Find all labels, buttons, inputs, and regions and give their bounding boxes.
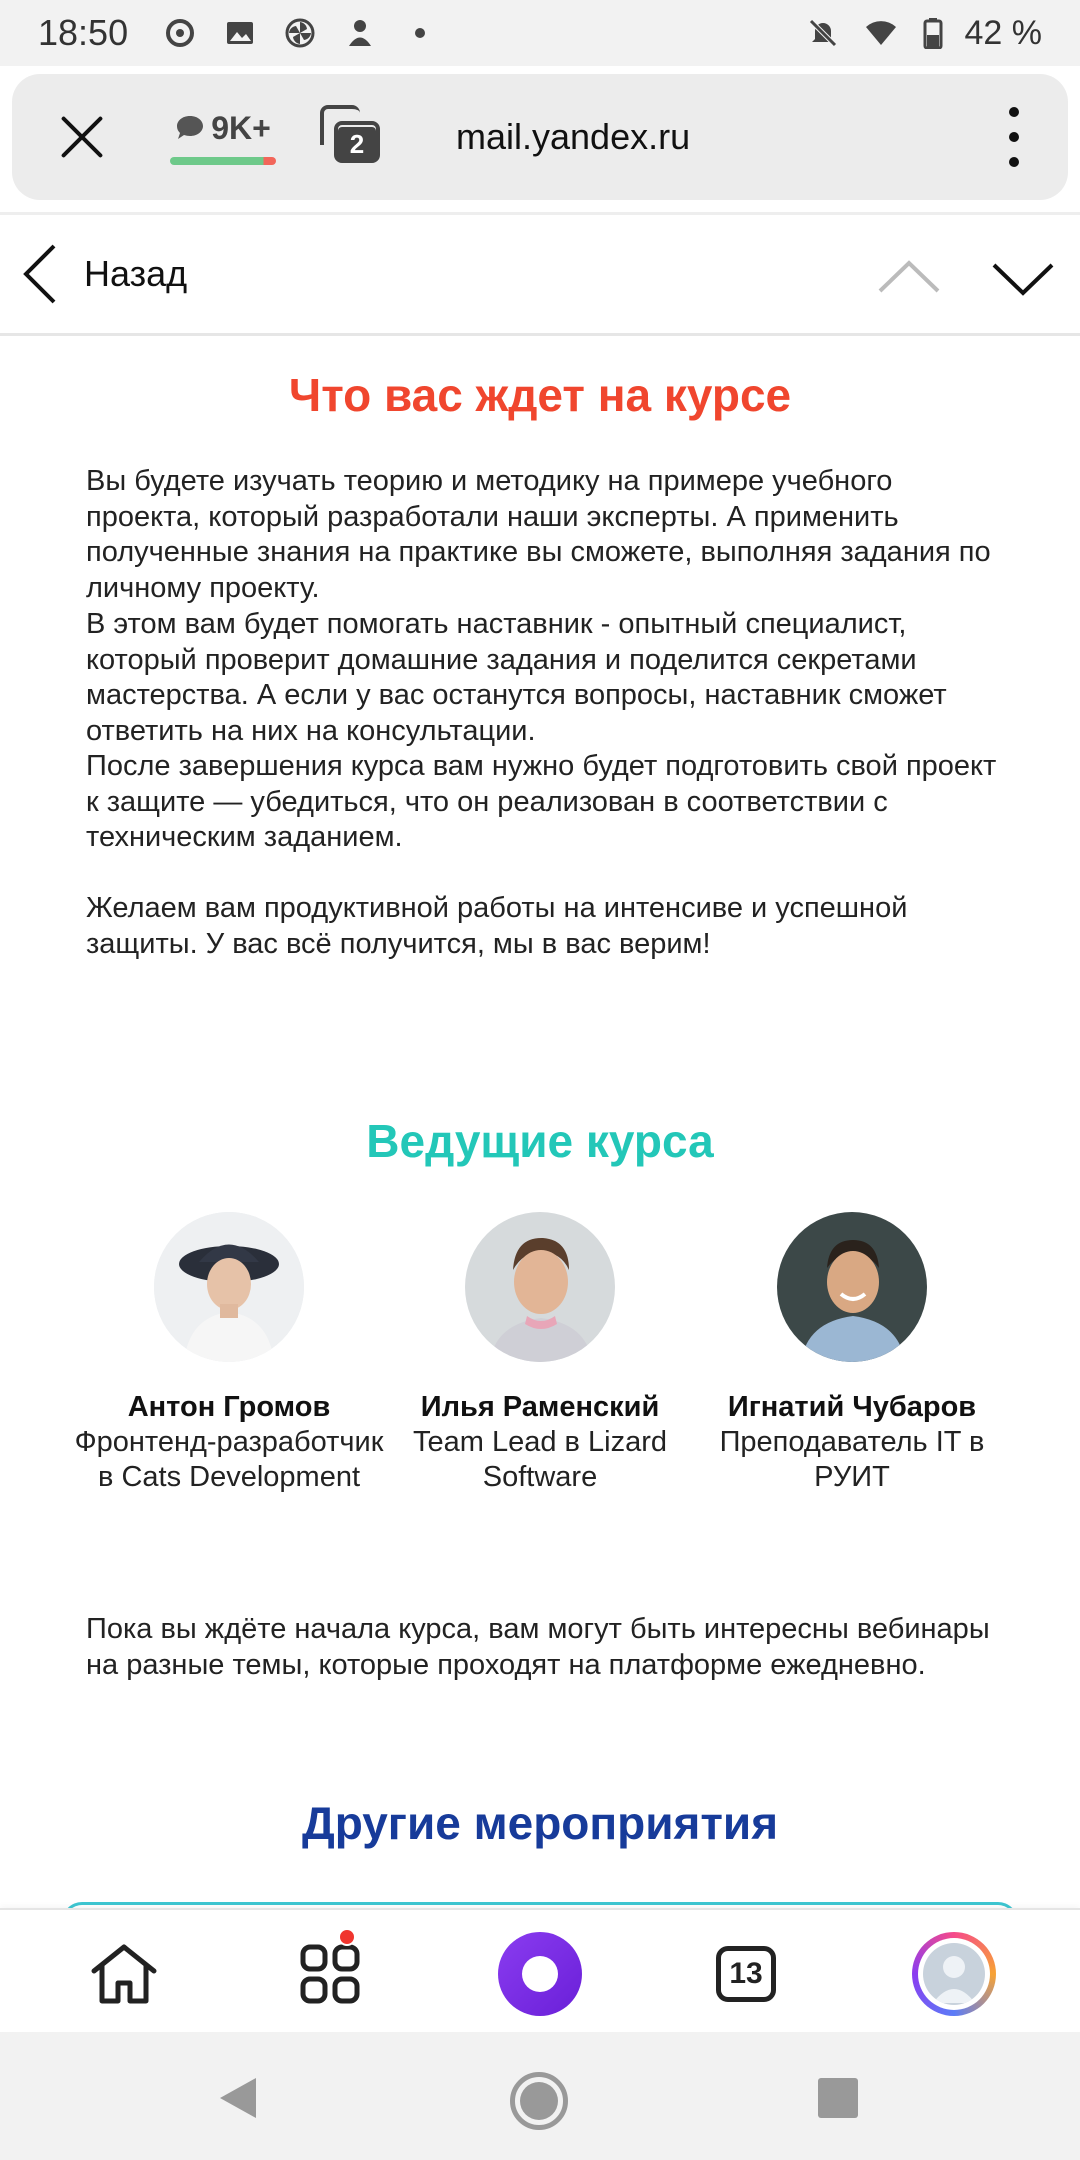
chat-progress-bar — [170, 156, 276, 165]
home-circle-icon — [520, 2082, 558, 2120]
tabs-switcher-button[interactable]: 2 — [320, 105, 384, 169]
person-smiling-image — [777, 1212, 927, 1362]
tabs-count: 2 — [338, 127, 376, 161]
events-title: Другие мероприятия — [301, 1797, 779, 1849]
profile-button[interactable] — [912, 1932, 996, 2016]
speaker-avatar — [777, 1212, 927, 1362]
battery-icon — [923, 18, 942, 49]
system-home-button[interactable] — [510, 2072, 568, 2130]
speaker-role: Фронтенд-разработчик в Cats Development — [74, 1426, 384, 1493]
user-icon — [349, 20, 372, 46]
battery-percent: 42 % — [964, 13, 1043, 52]
grid-icon — [300, 1944, 360, 2004]
image-icon — [227, 22, 254, 44]
system-recents-button[interactable] — [818, 2078, 858, 2118]
chat-bubble-icon — [177, 116, 204, 139]
mute-icon — [808, 19, 837, 47]
speakers-title: Ведущие курса — [366, 1115, 714, 1167]
services-button[interactable] — [288, 1928, 372, 2016]
menu-dot — [1009, 157, 1019, 167]
dot-icon — [415, 28, 426, 38]
next-message-button[interactable] — [990, 249, 1056, 309]
alice-icon — [498, 1932, 582, 2016]
chat-counter-button[interactable]: 9K+ — [170, 110, 276, 165]
notification-dot — [338, 1928, 356, 1946]
alice-assistant-button[interactable] — [498, 1932, 582, 2016]
intro-paragraph: Желаем вам продуктивной работы на интенс… — [86, 892, 908, 960]
chevron-left-icon — [23, 244, 56, 304]
speaker-card: Антон Громов Фронтенд-разработчик в Cats… — [74, 1212, 384, 1495]
speaker-card: Илья Раменский Team Lead в Lizard Softwa… — [385, 1212, 695, 1495]
fan-icon — [285, 18, 315, 48]
back-label: Назад — [84, 253, 188, 294]
speaker-card: Игнатий Чубаров Преподаватель IT в РУИТ — [697, 1212, 1007, 1495]
profile-avatar-icon — [923, 1943, 985, 2005]
intro-paragraph: После завершения курса вам нужно будет п… — [86, 750, 997, 853]
home-button[interactable] — [82, 1932, 166, 2016]
menu-dot — [1009, 132, 1019, 142]
media-sync-icon — [166, 19, 195, 47]
status-time: 18:50 — [38, 12, 129, 53]
speaker-role: Team Lead в Lizard Software — [413, 1426, 667, 1493]
system-back-button[interactable] — [218, 2076, 258, 2120]
close-button[interactable] — [50, 105, 114, 169]
tabs-count-bottom: 13 — [716, 1946, 776, 2002]
speaker-name: Игнатий Чубаров — [727, 1391, 977, 1423]
browser-toolbar: 9K+ 2 mail.yandex.ru — [12, 74, 1068, 200]
tabs-button[interactable]: 13 — [704, 1932, 788, 2016]
person-hat-image — [154, 1212, 304, 1362]
webinars-paragraph: Пока вы ждёте начала курса, вам могут бы… — [86, 1613, 990, 1681]
intro-paragraph: В этом вам будет помогать наставник - оп… — [86, 608, 947, 747]
speaker-avatar — [154, 1212, 304, 1362]
intro-title: Что вас ждет на курсе — [288, 369, 792, 421]
system-nav-bar — [0, 2032, 1080, 2160]
home-icon — [91, 1944, 157, 2004]
status-bar: 18:50 42 % — [0, 0, 1080, 66]
menu-dot — [1009, 107, 1019, 117]
intro-paragraph: Вы будете изучать теорию и методику на п… — [86, 465, 991, 604]
mail-nav-bar: Назад — [0, 212, 1080, 336]
notification-icons — [164, 17, 436, 49]
speaker-role: Преподаватель IT в РУИТ — [719, 1426, 985, 1493]
address-bar[interactable]: mail.yandex.ru — [456, 116, 690, 158]
speaker-name: Антон Громов — [127, 1391, 331, 1423]
speaker-name: Илья Раменский — [420, 1391, 660, 1423]
back-button[interactable]: Назад — [22, 244, 187, 304]
menu-button[interactable] — [1006, 107, 1022, 167]
person-portrait-image — [465, 1212, 615, 1362]
speaker-avatar — [465, 1212, 615, 1362]
chat-count: 9K+ — [211, 109, 271, 146]
wifi-icon — [865, 21, 896, 45]
browser-bottom-nav: 13 — [0, 1908, 1080, 2032]
previous-message-button[interactable] — [876, 247, 942, 307]
profile-avatar-ring — [912, 1932, 996, 2016]
